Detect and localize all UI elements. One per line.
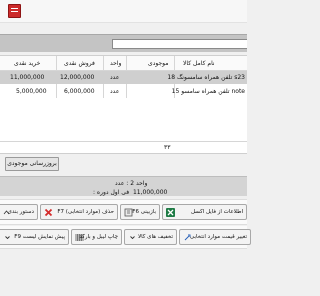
cost-value-number: 11,000,000	[132, 189, 168, 196]
column-header-unit[interactable]: واحد	[110, 60, 121, 67]
refresh-stock-button[interactable]: بروزرسانی موجودی	[5, 157, 59, 171]
print-preview-label: پیش نمایش لیست F9	[14, 234, 65, 240]
toolbar-row-2: تغییر قیمت موارد انتخابی تخفیف های کالا …	[0, 226, 251, 249]
change-price-button[interactable]: تغییر قیمت موارد انتخابی	[179, 229, 251, 245]
sale-price-cell: 6,000,000	[64, 88, 95, 95]
delete-label: حذف (موارد انتخابی) F7	[57, 209, 114, 215]
toolbar-row-1: اطلاعات از فایل اکسل بازبینی F6 حذف (موا…	[0, 199, 247, 225]
sort-label: دستور بندی	[7, 209, 34, 215]
change-price-label: تغییر قیمت موارد انتخابی	[189, 234, 247, 240]
product-name-cell: s23 تلفن همراه سامسونگ 18	[167, 74, 245, 81]
grid-header: نام کامل کالا موجودی واحد فروش نقدی خرید…	[0, 56, 247, 71]
review-button[interactable]: بازبینی F6	[120, 204, 160, 220]
print-barcode-button[interactable]: چاپ لیبل و بارکد	[71, 229, 122, 245]
footer-area	[0, 250, 247, 296]
column-header-buy-price[interactable]: خرید نقدی	[14, 60, 40, 67]
discounts-button[interactable]: تخفیف های کالا	[124, 229, 177, 245]
discount-icon	[128, 233, 137, 242]
products-grid: نام کامل کالا موجودی واحد فروش نقدی خرید…	[0, 55, 247, 154]
app-icon[interactable]	[8, 4, 21, 18]
cost-label: فی اول دوره :	[93, 189, 130, 196]
product-name-cell: note تلفن همراه سامسو 15	[171, 88, 245, 95]
print-preview-button[interactable]: پیش نمایش لیست F9	[0, 229, 69, 245]
excel-icon	[166, 208, 175, 217]
discounts-label: تخفیف های کالا	[137, 234, 173, 240]
column-header-stock[interactable]: موجودی	[148, 60, 169, 67]
column-header-name[interactable]: نام کامل کالا	[183, 60, 215, 67]
sale-price-cell: 12,000,000	[60, 74, 95, 81]
import-excel-button[interactable]: اطلاعات از فایل اکسل	[162, 204, 247, 220]
search-bar	[0, 34, 247, 52]
import-excel-label: اطلاعات از فایل اکسل	[191, 209, 243, 215]
unit-label: واحد 2 : عدد	[115, 180, 148, 187]
print-preview-icon	[3, 233, 12, 242]
sort-button[interactable]: دستور بندی	[0, 204, 38, 220]
unit-cell: عدد	[110, 88, 120, 95]
delete-icon	[44, 208, 53, 217]
delete-button[interactable]: حذف (موارد انتخابی) F7	[40, 204, 118, 220]
total-stock: ۳۳	[164, 144, 171, 151]
buy-price-cell: 5,000,000	[16, 88, 47, 95]
review-label: بازبینی F6	[132, 209, 156, 215]
item-info-panel: واحد 2 : عدد 11,000,000 فی اول دوره :	[0, 176, 247, 196]
unit-cell: عدد	[110, 74, 120, 81]
search-input[interactable]	[112, 39, 247, 49]
table-row[interactable]: note تلفن همراه سامسو 15 عدد 6,000,000 5…	[0, 85, 247, 98]
buy-price-cell: 11,000,000	[10, 74, 45, 81]
grid-summary-row: ۳۳	[0, 141, 247, 153]
table-row[interactable]: s23 تلفن همراه سامسونگ 18 عدد 12,000,000…	[0, 71, 247, 84]
print-barcode-label: چاپ لیبل و بارکد	[79, 234, 118, 240]
cost-value: 11,000,000 فی اول دوره :	[93, 189, 167, 196]
title-bar	[0, 0, 247, 23]
column-header-sale-price[interactable]: فروش نقدی	[64, 60, 95, 67]
